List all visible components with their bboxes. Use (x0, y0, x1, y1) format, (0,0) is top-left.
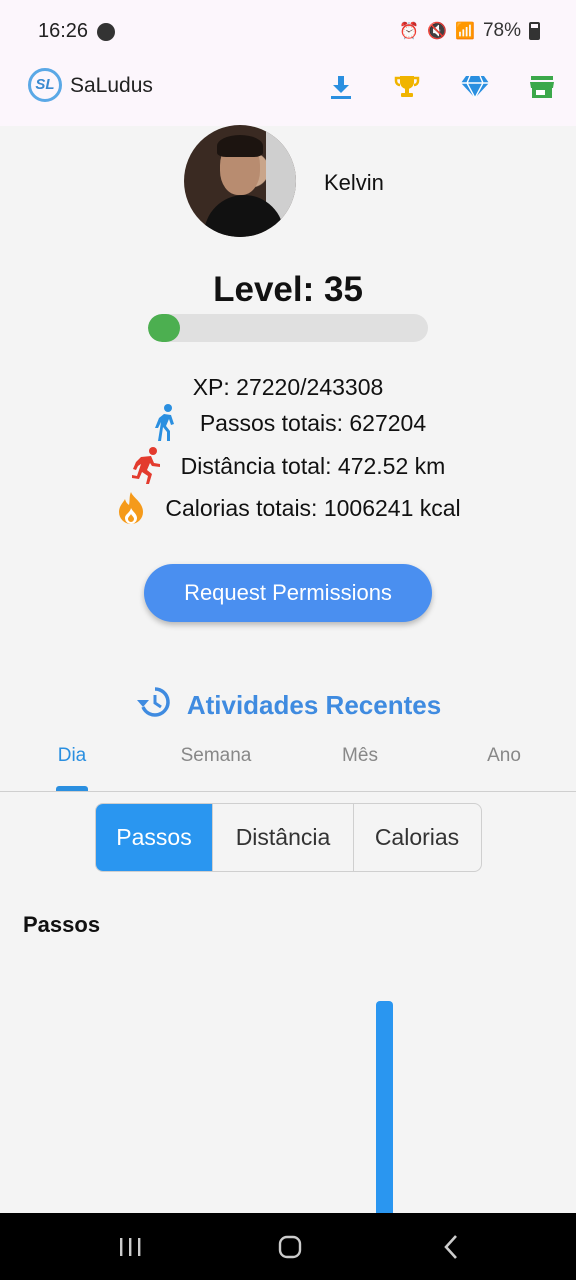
xp-stat: XP: 27220/243308 (0, 374, 576, 401)
tab-indicator (56, 786, 88, 791)
recent-activities-heading: Atividades Recentes (0, 686, 576, 725)
distance-stat: Distância total: 472.52 km (0, 447, 576, 491)
recent-apps-icon[interactable] (110, 1233, 150, 1261)
chart-bar (376, 1001, 393, 1213)
download-icon[interactable] (324, 70, 358, 104)
history-icon (135, 686, 171, 725)
tab-ano[interactable]: Ano (432, 744, 576, 792)
wifi-icon: 📶 (455, 23, 475, 40)
steps-stat: Passos totais: 627204 (0, 404, 576, 448)
distance-text: Distância total: 472.52 km (180, 452, 446, 479)
segment-distancia[interactable]: Distância (213, 804, 354, 871)
running-icon (131, 447, 163, 484)
steps-chart (376, 1001, 393, 1213)
username: Kelvin (324, 170, 384, 195)
period-tabs: Dia Semana Mês Ano (0, 744, 576, 792)
request-permissions-button[interactable]: Request Permissions (144, 564, 432, 622)
system-nav-bar (0, 1213, 576, 1280)
tab-semana[interactable]: Semana (144, 744, 288, 792)
alarm-icon: ⏰ (399, 23, 420, 40)
diamond-icon[interactable] (458, 70, 492, 104)
steps-text: Passos totais: 627204 (199, 409, 427, 436)
segment-calorias[interactable]: Calorias (354, 804, 480, 871)
battery-icon (529, 22, 540, 40)
level-progress-bar (148, 314, 428, 342)
home-icon[interactable] (270, 1233, 310, 1261)
chart-title: Passos (23, 912, 101, 937)
status-time: 16:26 (38, 20, 89, 42)
level-label: Level: 35 (213, 270, 363, 309)
metric-segmented-control: Passos Distância Calorias (95, 803, 482, 872)
notification-icon (97, 23, 115, 41)
xp-text: XP: 27220/243308 (192, 374, 384, 400)
app-logo: SL (28, 68, 62, 102)
mute-icon: 🔇 (427, 23, 448, 40)
tab-mes[interactable]: Mês (288, 744, 432, 792)
walking-icon (150, 404, 182, 441)
avatar-hair (217, 135, 263, 157)
segment-passos[interactable]: Passos (96, 804, 213, 871)
back-icon[interactable] (432, 1233, 472, 1261)
trophy-icon[interactable] (390, 70, 424, 104)
recent-activities-title: Atividades Recentes (186, 690, 442, 720)
status-indicators: ⏰ 🔇 📶 78% (399, 20, 540, 42)
fire-icon (115, 491, 147, 525)
calories-text: Calorias totais: 1006241 kcal (165, 494, 461, 521)
status-bar: 16:26 ⏰ 🔇 📶 78% (0, 0, 576, 64)
store-icon[interactable] (525, 70, 559, 104)
app-title: SaLudus (70, 74, 153, 97)
calories-stat: Calorias totais: 1006241 kcal (0, 491, 576, 531)
level-progress-fill (148, 314, 180, 342)
avatar[interactable] (184, 125, 296, 237)
battery-percent: 78% (482, 20, 521, 41)
tab-dia[interactable]: Dia (0, 744, 144, 792)
app-bar: SL SaLudus (0, 64, 576, 126)
